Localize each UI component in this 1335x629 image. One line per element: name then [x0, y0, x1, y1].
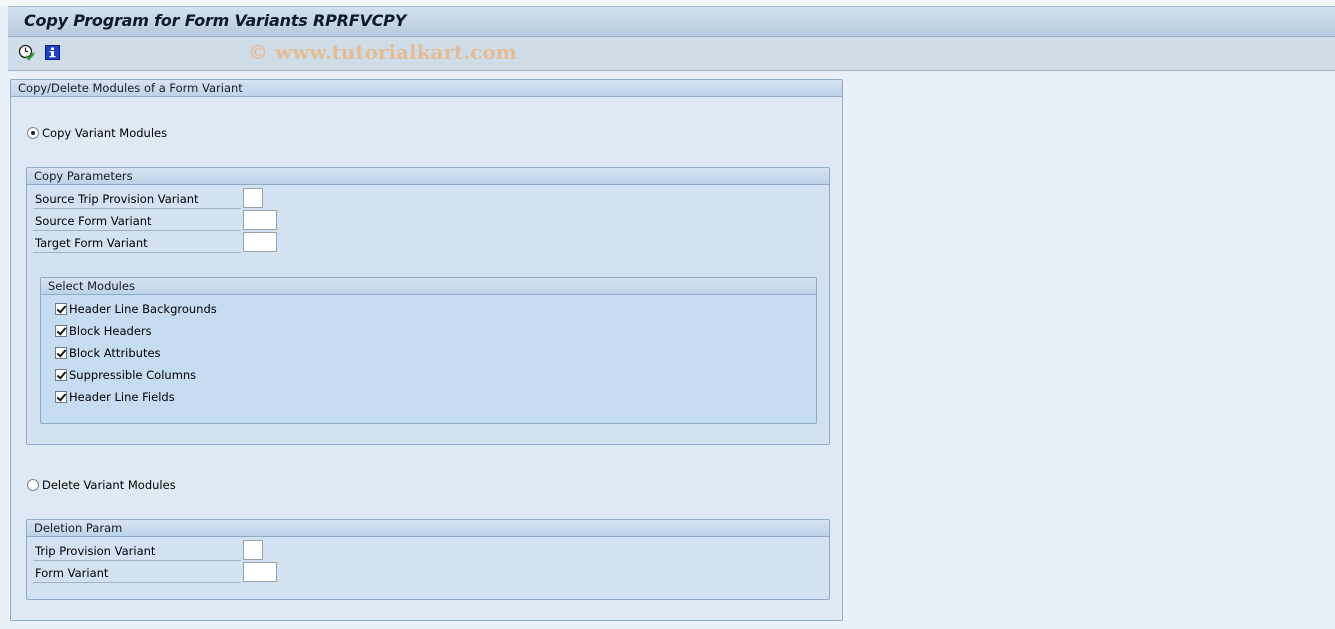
checkbox-checked[interactable]	[55, 391, 67, 403]
block-headers-checkbox[interactable]: Block Headers	[55, 324, 152, 338]
copy-delete-group: Copy/Delete Modules of a Form Variant Co…	[10, 79, 843, 621]
checkbox-checked[interactable]	[55, 347, 67, 359]
execute-clock-icon[interactable]	[18, 44, 36, 62]
select-modules-title: Select Modules	[41, 278, 816, 295]
target-form-variant-label: Target Form Variant	[33, 235, 241, 253]
checkbox-checked[interactable]	[55, 303, 67, 315]
target-form-variant-input[interactable]	[243, 232, 277, 252]
source-trip-provision-variant-row: Source Trip Provision Variant	[30, 188, 286, 210]
header-line-backgrounds-checkbox[interactable]: Header Line Backgrounds	[55, 302, 217, 316]
source-trip-provision-variant-input[interactable]	[243, 188, 263, 208]
select-modules-group: Select Modules Header Line Backgrounds B…	[40, 277, 817, 424]
page-title: Copy Program for Form Variants RPRFVCPY	[24, 11, 407, 30]
source-form-variant-row: Source Form Variant	[30, 210, 286, 232]
deletion-param-title: Deletion Param	[27, 520, 829, 537]
trip-provision-variant-row: Trip Provision Variant	[30, 540, 286, 562]
target-form-variant-row: Target Form Variant	[30, 232, 286, 254]
delete-variant-modules-label: Delete Variant Modules	[42, 478, 176, 492]
application-toolbar: © www.tutorialkart.com	[8, 37, 1335, 71]
suppressible-columns-label: Suppressible Columns	[69, 368, 197, 382]
copy-variant-modules-radio[interactable]: Copy Variant Modules	[27, 126, 167, 140]
info-icon[interactable]	[44, 44, 62, 62]
main-area: Copy/Delete Modules of a Form Variant Co…	[8, 71, 1335, 629]
block-attributes-checkbox[interactable]: Block Attributes	[55, 346, 161, 360]
trip-provision-variant-input[interactable]	[243, 540, 263, 560]
deletion-param-group: Deletion Param Trip Provision Variant Fo…	[26, 519, 830, 600]
copy-delete-group-title: Copy/Delete Modules of a Form Variant	[11, 80, 842, 97]
block-attributes-label: Block Attributes	[69, 346, 161, 360]
checkbox-checked[interactable]	[55, 325, 67, 337]
suppressible-columns-checkbox[interactable]: Suppressible Columns	[55, 368, 196, 382]
copy-parameters-group: Copy Parameters Source Trip Provision Va…	[26, 167, 830, 445]
source-trip-provision-variant-label: Source Trip Provision Variant	[33, 191, 241, 209]
radio-button-unselected[interactable]	[27, 479, 39, 491]
checkbox-checked[interactable]	[55, 369, 67, 381]
header-line-fields-label: Header Line Fields	[69, 390, 175, 404]
form-variant-row: Form Variant	[30, 562, 286, 584]
header-line-backgrounds-label: Header Line Backgrounds	[69, 302, 217, 316]
watermark: © www.tutorialkart.com	[248, 40, 517, 64]
delete-variant-modules-radio[interactable]: Delete Variant Modules	[27, 478, 176, 492]
source-form-variant-label: Source Form Variant	[33, 213, 241, 231]
trip-provision-variant-label: Trip Provision Variant	[33, 543, 241, 561]
source-form-variant-input[interactable]	[243, 210, 277, 230]
form-variant-input[interactable]	[243, 562, 277, 582]
form-variant-label: Form Variant	[33, 565, 241, 583]
title-bar: Copy Program for Form Variants RPRFVCPY	[8, 6, 1335, 37]
left-edge	[0, 6, 8, 629]
copy-variant-modules-label: Copy Variant Modules	[42, 126, 168, 140]
radio-button-selected[interactable]	[27, 127, 39, 139]
block-headers-label: Block Headers	[69, 324, 152, 338]
copy-parameters-title: Copy Parameters	[27, 168, 829, 185]
header-line-fields-checkbox[interactable]: Header Line Fields	[55, 390, 175, 404]
